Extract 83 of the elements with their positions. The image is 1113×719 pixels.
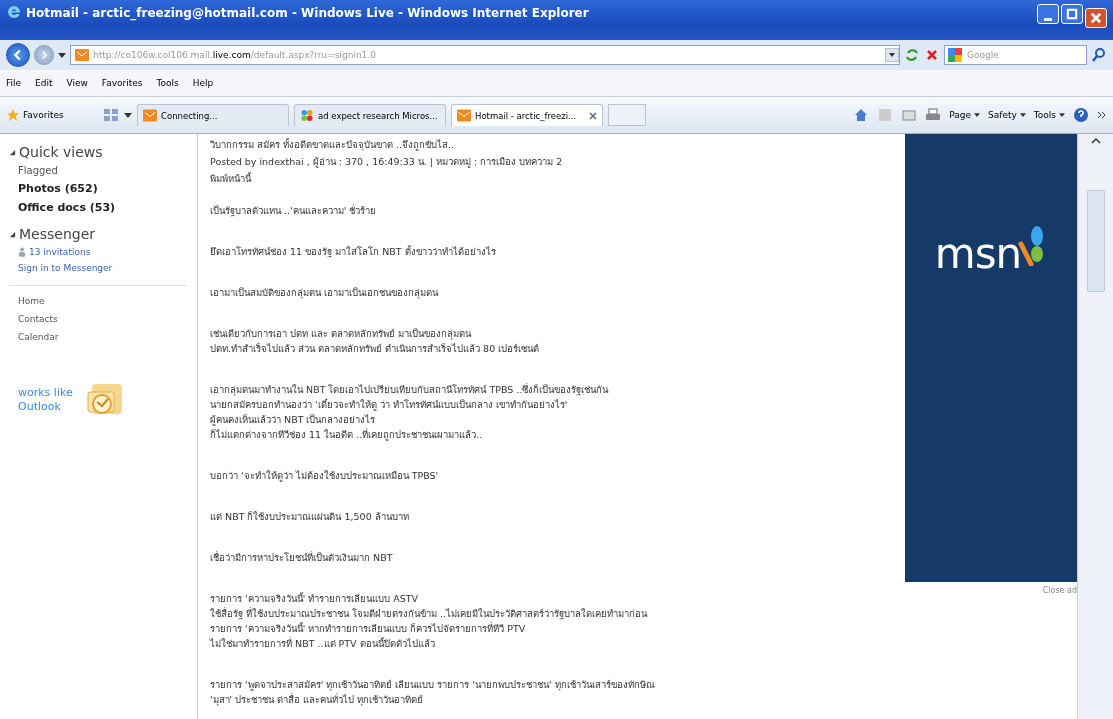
post-line: เป็นรัฐบาลตัวแทน ..'คนและความ' ชั่วร้าย [210, 203, 378, 218]
menu-item[interactable]: Tools [156, 78, 179, 88]
caret-icon [974, 113, 981, 117]
command-menu[interactable]: Tools [1033, 110, 1065, 120]
browser-logo-icon [6, 4, 22, 20]
post-line: ยึดเอาโทรทัศน์ช่อง 11 ของรัฐ มาใส่โลโก NBT ตั้งขาวว่าทำได้อย่างไร [210, 244, 497, 259]
promo-banner[interactable]: works like Outlook [18, 382, 138, 418]
window-title: Hotmail - arctic_freezing@hotmail.com - Windows Live - Windows Internet Explorer [26, 5, 589, 22]
star-icon [6, 108, 20, 122]
nav-link[interactable]: Calendar [18, 332, 197, 342]
folder-link[interactable]: Flagged [18, 165, 197, 176]
post-meta: Posted by indexthai , ผู้อ่าน : 370 , 16:49:33 น. | หมวดหมู่ : การเมือง บทความ 2 [210, 155, 564, 170]
more-icon[interactable] [1097, 111, 1107, 119]
maximize-icon [1064, 7, 1080, 21]
messenger-link[interactable]: 13 invitations [29, 247, 91, 257]
favorites-button[interactable]: Favorites [6, 108, 98, 122]
minimize-icon [1044, 17, 1052, 21]
post-line: ไม่ใช่มาทำรายการที่ NBT ..แต่ PTV ตอนนี้ปิดตัวไปแล้ว [210, 636, 436, 651]
dropdown-icon[interactable] [885, 48, 899, 62]
search-provider-icon [948, 48, 962, 62]
refresh-icon[interactable] [904, 47, 920, 63]
post-line: ก็ไม่แตกต่างจากทีวีช่อง 11 ในอดีต ..ที่เคยถูกประชาชนเผามาแล้ว.. [210, 427, 484, 442]
post-line: รายการ 'ความจริงวันนี้' ทำรายการเลียนแบบ ASTV [210, 591, 420, 606]
menu-item[interactable]: Edit [35, 78, 53, 88]
logo-text: msn [934, 228, 1022, 280]
browser-tab[interactable]: ad expect research Micros... [294, 104, 446, 126]
print-link[interactable]: พิมพ์หน้านี้ [210, 170, 903, 187]
post-line: ใช้สื่อรัฐ ที่ใช้งบประมาณประชาชน โจมตีฝ่ายตรงกันข้าม ..ไม่เคยมีในประวัติศาสตร์ว่ารัฐบาลใดเคยทำมาก่อน [210, 606, 649, 621]
section-header[interactable]: Messenger [9, 226, 197, 242]
close-button[interactable] [1085, 8, 1107, 28]
back-button[interactable] [6, 43, 30, 67]
scrollbar[interactable] [1077, 134, 1113, 719]
section-header[interactable]: Quick views [9, 144, 197, 160]
messenger-link[interactable]: Sign in to Messenger [18, 263, 113, 273]
post-line: เชื่อว่ามีการหาประโยชน์ที่เป็นตัวเงินมาก NBT [210, 550, 394, 565]
expand-icon [9, 148, 16, 156]
quick-tabs-icon[interactable] [103, 107, 119, 123]
command-menu[interactable]: Page [949, 110, 981, 120]
post-line: ผู้คนคงเห็นแล้วว่า NBT เป็นกลางอย่างไร [210, 413, 377, 427]
post-line: ปตท.ทำสำเร็จไปแล้ว ส่วน ตลาดหลักทรัพย์ ดำเนินการสำเร็จไปแล้ว 80 เปอร์เซนต์ [210, 342, 541, 356]
menu-item[interactable]: Help [192, 78, 214, 88]
maximize-button[interactable] [1061, 4, 1083, 24]
home-icon[interactable] [853, 107, 870, 123]
page-icon [75, 49, 89, 61]
post-line: บอกว่า 'จะทำให้ดูว่า ไม่ต้องใช้งบประมาณเหมือน TPBS' [210, 469, 440, 483]
close-icon [1088, 11, 1104, 25]
post-line: เอามาเป็นสมบัติของกลุ่มตน เอามาเป็นเอกชนของกลุ่มตน [210, 286, 440, 300]
person-icon [18, 247, 26, 257]
close-ad-link[interactable]: Close ad [1042, 586, 1077, 595]
post-line: รายการ 'ความจริงวันนี้' หากทำรายการเลียนแบบ ก็ควรไปจัดรายการที่ทีวี PTV [210, 621, 527, 636]
caret-icon[interactable] [124, 112, 132, 118]
menu-item[interactable]: Favorites [101, 78, 143, 88]
post-line: เอากลุ่มตนมาทำงานใน NBT โดยเอาไปเปรียบเทียบกับสถานีโทรทัศน์ TPBS ..ซึ่งก็เป็นของรัฐเช่นกัน [210, 382, 610, 397]
post-line: เช่นเดียวกับการเอา ปตท และ ตลาดหลักทรัพย์ มาเป็นของกลุ่มตน [210, 327, 473, 341]
caret-icon[interactable] [58, 52, 66, 58]
post-line: 'มุสา' ประชาชน ด่าสื่อ และคนทั่วไป ทุกเช้าวันอาทิตย์ [210, 692, 425, 707]
print-icon[interactable] [925, 107, 942, 123]
post-line: แต่ NBT ก็ใช้งบประมาณแผ่นดิน 1,500 ล้านบาท [210, 510, 410, 524]
butterfly-icon [300, 109, 314, 122]
folder-link[interactable]: Photos (652) [18, 182, 197, 195]
minimize-button[interactable] [1037, 4, 1059, 24]
address-field[interactable]: http://co106w.col106.mail.live.com/default.aspx?rru=signin1.0 [70, 45, 900, 65]
browser-tab[interactable]: Connecting... [137, 104, 289, 126]
scroll-up-icon[interactable] [1090, 138, 1101, 144]
folder-link[interactable]: Office docs (53) [18, 201, 197, 214]
caret-icon [1019, 113, 1026, 117]
search-icon[interactable] [1091, 47, 1107, 63]
expand-icon [9, 230, 16, 238]
menu-item[interactable]: File [6, 78, 22, 88]
caret-icon [1059, 113, 1065, 117]
post-title: วิบากกรรม สมัคร ทั้งอดีตขาดและปัจจุบันขาด ..จึงถูกขับไส.. [210, 137, 456, 153]
post-line: รายการ 'พูดจาประสาสมัคร' ทุกเช้าวันอาทิตย์ เลียนแบบ รายการ 'นายกพบประชาชน' ทุกเช้าวันเสาร์ของทักษิณ [210, 678, 656, 692]
browser-tab[interactable]: Hotmail - arctic_freezi... [451, 104, 603, 126]
post-line: นายกสมัครบอกทำนองว่า 'เดี๋ยวจะทำให้ดู ว่า ทำโทรทัศน์แบบเป็นกลาง เขาทำกันอย่างไร' [210, 397, 569, 412]
menu-item[interactable]: View [66, 78, 88, 88]
nav-link[interactable]: Contacts [18, 314, 197, 324]
nav-link[interactable]: Home [18, 296, 197, 306]
close-tab-icon[interactable] [589, 111, 597, 120]
ad-banner[interactable]: msn [905, 134, 1077, 582]
help-icon[interactable] [1073, 107, 1089, 123]
command-menu[interactable]: Safety [988, 110, 1026, 120]
search-field[interactable]: Google [944, 45, 1087, 65]
scrollbar-thumb[interactable] [1086, 190, 1105, 292]
